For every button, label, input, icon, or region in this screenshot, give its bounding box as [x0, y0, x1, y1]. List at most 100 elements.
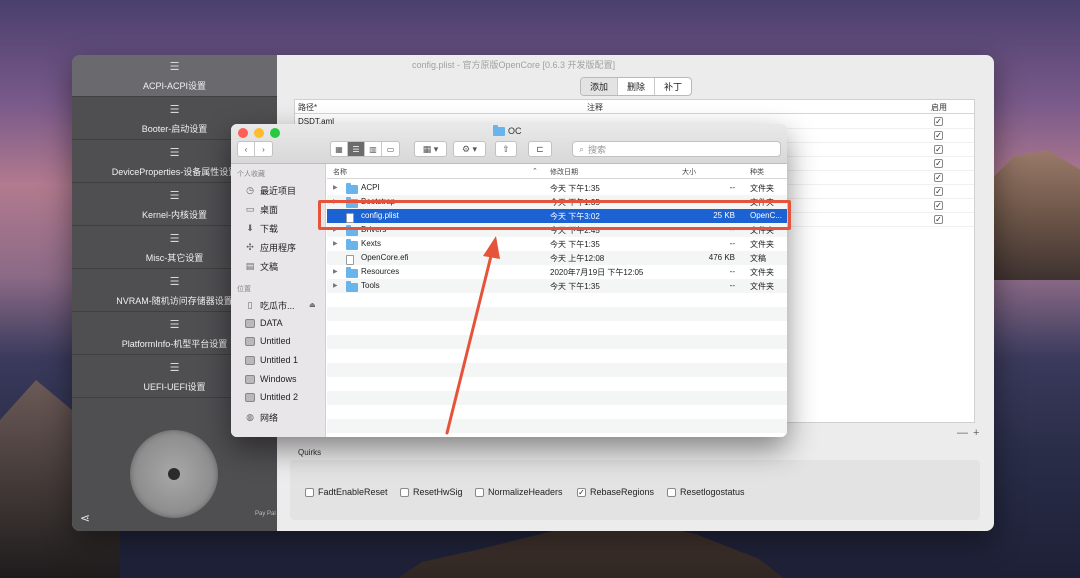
list-icon: ☰ — [169, 104, 180, 116]
zoom-button[interactable] — [270, 128, 280, 138]
empty-row — [327, 363, 787, 377]
file-row[interactable]: ▶ Kexts 今天 下午1:35 -- 文件夹 — [327, 237, 787, 251]
empty-row — [327, 307, 787, 321]
file-kind: 文件夹 — [750, 184, 774, 193]
icon-view-icon[interactable]: ▦ — [331, 142, 348, 156]
sidebar-item-network[interactable]: ◍ 网络 — [245, 411, 278, 424]
sidebar-item-documents[interactable]: ▤ 文稿 — [245, 260, 278, 273]
quirk-label: FadtEnableReset — [318, 487, 388, 497]
quirk-fadtenablereset[interactable]: FadtEnableReset — [305, 487, 388, 497]
file-kind: 文件夹 — [750, 240, 774, 249]
share-icon[interactable]: ⋖ — [80, 511, 90, 525]
enabled-checkbox[interactable]: ✓ — [934, 159, 943, 168]
checkbox[interactable]: ✓ — [577, 487, 586, 497]
sidebar-item-label: UEFI-UEFI设置 — [143, 382, 206, 392]
search-icon: ⌕ — [579, 143, 585, 154]
enabled-checkbox[interactable]: ✓ — [934, 173, 943, 182]
dial-icon[interactable] — [130, 430, 218, 518]
share-button[interactable]: ⇧ — [495, 141, 517, 157]
disk-icon — [245, 355, 255, 365]
checkbox[interactable] — [475, 487, 484, 497]
checkbox[interactable] — [305, 487, 314, 497]
column-size[interactable]: 大小 — [682, 167, 696, 177]
enabled-checkbox[interactable]: ✓ — [934, 201, 943, 210]
sidebar-item-applications[interactable]: ✣ 应用程序 — [245, 241, 296, 254]
column-name[interactable]: 名称 — [333, 167, 347, 177]
quirk-normalizeheaders[interactable]: NormalizeHeaders — [475, 487, 563, 497]
sidebar-item-label: 桌面 — [260, 205, 279, 215]
file-row[interactable]: ▶ Resources 2020年7月19日 下午12:05 -- 文件夹 — [327, 265, 787, 279]
disclosure-triangle-icon[interactable]: ▶ — [333, 184, 338, 191]
locations-header: 位置 — [237, 286, 251, 293]
back-icon[interactable]: ‹ — [238, 142, 255, 156]
checkbox[interactable] — [667, 487, 676, 497]
action-button[interactable]: ⚙ ▾ — [453, 141, 486, 157]
eject-icon[interactable]: ⏏ — [309, 301, 316, 309]
disclosure-triangle-icon[interactable]: ▶ — [333, 240, 338, 247]
file-row[interactable]: ▶ Tools 今天 下午1:35 -- 文件夹 — [327, 279, 787, 293]
quirk-label: RebaseRegions — [590, 487, 655, 497]
group-button[interactable]: ▦ ▾ — [414, 141, 447, 157]
column-comment[interactable]: 注释 — [587, 102, 603, 113]
enabled-checkbox[interactable]: ✓ — [934, 215, 943, 224]
quirk-resethwsig[interactable]: ResetHwSig — [400, 487, 463, 497]
sidebar-item-label: Misc-其它设置 — [145, 253, 204, 263]
tab-delete[interactable]: 删除 — [618, 78, 656, 95]
sidebar-item-location[interactable]: Untitled 2 — [245, 392, 298, 402]
file-date: 今天 下午1:35 — [550, 282, 600, 291]
empty-row — [327, 419, 787, 433]
empty-row — [327, 293, 787, 307]
paypal-label[interactable]: Pay Pal — [255, 511, 276, 518]
add-remove-buttons[interactable]: — + — [957, 427, 980, 439]
enabled-checkbox[interactable]: ✓ — [934, 131, 943, 140]
quirk-resetlogostatus[interactable]: Resetlogostatus — [667, 487, 745, 497]
back-forward-buttons: ‹ › — [237, 141, 273, 157]
file-name: ACPI — [361, 183, 380, 192]
empty-row — [327, 335, 787, 349]
sidebar-item-location[interactable]: Untitled 1 — [245, 355, 298, 365]
finder-sidebar: 个人收藏 ◷ 最近项目 ▭ 桌面 ⬇ 下载 ✣ 应用程序 ▤ 文稿 位置 ▯ 吃… — [231, 164, 326, 437]
sidebar-item-recents[interactable]: ◷ 最近项目 — [245, 184, 296, 197]
tab-add[interactable]: 添加 — [581, 78, 619, 95]
enabled-checkbox[interactable]: ✓ — [934, 187, 943, 196]
sidebar-item-desktop[interactable]: ▭ 桌面 — [245, 203, 278, 216]
gallery-view-icon[interactable]: ▭ — [382, 142, 399, 156]
quirk-rebaseregions[interactable]: ✓ RebaseRegions — [577, 487, 654, 497]
file-row[interactable]: OpenCore.efi 今天 上午12:08 476 KB 文稿 — [327, 251, 787, 265]
enabled-checkbox[interactable]: ✓ — [934, 117, 943, 126]
file-list-header: 名称 ⌃ 修改日期 大小 种类 — [327, 164, 787, 179]
sidebar-item-label: 网络 — [260, 413, 279, 423]
search-field[interactable]: ⌕ 搜索 — [572, 141, 781, 157]
sidebar-item-location[interactable]: ▯ 吃瓜市... — [245, 299, 295, 312]
sidebar-item-acpi[interactable]: ☰ ACPI-ACPI设置 — [72, 55, 277, 97]
column-path[interactable]: 路径* — [298, 102, 317, 113]
disclosure-triangle-icon[interactable]: ▶ — [333, 282, 338, 289]
close-button[interactable] — [238, 128, 248, 138]
checkbox[interactable] — [400, 487, 409, 497]
sidebar-item-label: 文稿 — [260, 262, 279, 272]
list-icon: ☰ — [169, 276, 180, 288]
finder-window-controls — [238, 128, 280, 138]
finder-toolbar: OC ‹ › ▦ ☰ ▥ ▭ ▦ ▾ ⚙ ▾ ⇧ ⊏ ⌕ 搜索 — [231, 124, 787, 164]
empty-row — [327, 321, 787, 335]
column-date[interactable]: 修改日期 — [550, 167, 578, 177]
column-enabled[interactable]: 启用 — [931, 102, 947, 113]
tag-button[interactable]: ⊏ — [528, 141, 552, 157]
disclosure-triangle-icon[interactable]: ▶ — [333, 268, 338, 275]
tab-patch[interactable]: 补丁 — [655, 78, 691, 95]
list-view-icon[interactable]: ☰ — [348, 142, 365, 156]
column-kind[interactable]: 种类 — [750, 167, 764, 177]
minimize-button[interactable] — [254, 128, 264, 138]
enabled-checkbox[interactable]: ✓ — [934, 145, 943, 154]
sidebar-item-downloads[interactable]: ⬇ 下载 — [245, 222, 278, 235]
sidebar-item-location[interactable]: Windows — [245, 374, 297, 384]
sidebar-item-location[interactable]: Untitled — [245, 336, 291, 346]
column-view-icon[interactable]: ▥ — [365, 142, 382, 156]
sidebar-item-location[interactable]: DATA — [245, 318, 283, 328]
sidebar-item-label: DATA — [260, 318, 283, 328]
file-row[interactable]: ▶ ACPI 今天 下午1:35 -- 文件夹 — [327, 181, 787, 195]
list-icon: ☰ — [169, 233, 180, 245]
sidebar-item-label: 应用程序 — [260, 243, 297, 253]
forward-icon[interactable]: › — [255, 142, 272, 156]
list-icon: ☰ — [169, 190, 180, 202]
